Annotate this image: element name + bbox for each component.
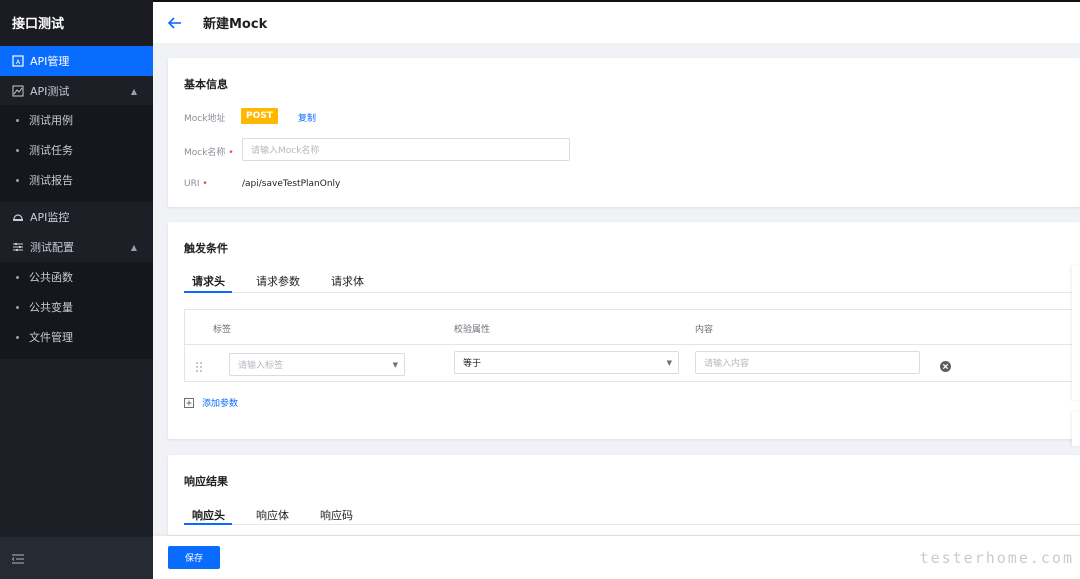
tab-response-body[interactable]: 响应体 [256, 507, 289, 523]
bullet-icon [16, 275, 19, 279]
drag-handle-icon[interactable] [196, 357, 202, 376]
params-table: 标签 校验属性 内容 请输入标签 ▼ 等于 ▼ 请输入内容 [184, 309, 1080, 382]
column-header-content: 内容 [695, 325, 714, 335]
tab-divider [184, 292, 1080, 293]
add-param-label: 添加参数 [202, 399, 239, 409]
page-title: 新建Mock [203, 17, 268, 32]
basic-info-card: 基本信息 Mock地址 POST 复制 Mock名称 • 请输入Mock名称 U… [168, 58, 1080, 207]
sidebar-item-api-manage[interactable]: A API管理 [0, 46, 153, 76]
tab-response-header[interactable]: 响应头 [192, 507, 225, 523]
bullet-icon [16, 148, 19, 152]
sidebar-item-label: 测试任务 [29, 144, 73, 157]
sliders-icon [12, 241, 24, 253]
section-title: 基本信息 [184, 78, 228, 91]
collapse-menu-icon[interactable] [11, 549, 24, 568]
sidebar-item-label: API测试 [30, 85, 70, 98]
svg-text:A: A [16, 59, 21, 66]
tab-request-body[interactable]: 请求体 [331, 273, 364, 289]
tab-request-header[interactable]: 请求头 [192, 273, 225, 289]
sidebar-item-label: 公共函数 [29, 271, 73, 284]
bullet-icon [16, 118, 19, 122]
sidebar-footer [0, 537, 153, 579]
table-divider [185, 344, 1080, 345]
method-badge: POST [241, 108, 278, 124]
sidebar-item-label: 文件管理 [29, 331, 73, 344]
trigger-card: 触发条件 请求头 请求参数 请求体 标签 校验属性 内容 请输入标签 ▼ 等于 … [168, 222, 1080, 439]
chevron-up-icon: ▲ [130, 86, 137, 96]
app-title: 接口测试 [0, 0, 153, 45]
sidebar-item-api-test[interactable]: API测试 ▲ [0, 76, 153, 106]
sidebar-item-test-task[interactable]: 测试任务 [0, 135, 153, 165]
bullet-icon [16, 178, 19, 182]
bullet-icon [16, 335, 19, 339]
sidebar-item-label: 测试报告 [29, 174, 73, 187]
tab-request-params[interactable]: 请求参数 [256, 273, 300, 289]
sidebar-item-file-manage[interactable]: 文件管理 [0, 322, 153, 352]
plus-square-icon [184, 393, 194, 412]
caret-down-icon: ▼ [666, 359, 672, 367]
sidebar-item-label: 公共变量 [29, 301, 73, 314]
tab-active-indicator [184, 291, 232, 293]
watermark: testerhome.com [919, 549, 1074, 567]
tab-divider [184, 524, 1080, 525]
sidebar-item-label: 测试用例 [29, 114, 73, 127]
add-param-button[interactable]: 添加参数 [184, 393, 238, 412]
uri-label: URI • [184, 179, 208, 189]
sidebar-item-public-variable[interactable]: 公共变量 [0, 292, 153, 322]
mock-address-label: Mock地址 [184, 114, 226, 124]
chart-icon [12, 85, 24, 97]
tag-select[interactable]: 请输入标签 ▼ [229, 353, 405, 376]
section-title: 触发条件 [184, 242, 228, 255]
remove-row-icon[interactable] [940, 357, 951, 376]
column-header-tag: 标签 [213, 325, 232, 335]
sidebar-item-test-case[interactable]: 测试用例 [0, 105, 153, 135]
page-header: 新建Mock [153, 0, 1080, 43]
section-title: 响应结果 [184, 475, 228, 488]
mock-name-label: Mock名称 • [184, 148, 234, 158]
sidebar-item-label: 测试配置 [30, 241, 74, 254]
sidebar: 接口测试 A API管理 API测试 ▲ 测试用例 测试任务 测试报告 API监… [0, 0, 153, 579]
response-card: 响应结果 响应头 响应体 响应码 [168, 455, 1080, 535]
sidebar-item-test-report[interactable]: 测试报告 [0, 165, 153, 195]
attr-select[interactable]: 等于 ▼ [454, 351, 679, 374]
sidebar-item-test-config[interactable]: 测试配置 ▲ [0, 232, 153, 262]
tab-response-code[interactable]: 响应码 [320, 507, 353, 523]
chevron-up-icon: ▲ [130, 242, 137, 252]
sidebar-item-public-function[interactable]: 公共函数 [0, 262, 153, 292]
api-icon: A [12, 55, 24, 67]
tab-active-indicator [184, 523, 232, 525]
uri-value: /api/saveTestPlanOnly [242, 179, 341, 189]
sidebar-item-label: API监控 [30, 211, 70, 224]
copy-link[interactable]: 复制 [298, 111, 316, 124]
arrow-left-icon[interactable] [167, 15, 183, 31]
content-input[interactable]: 请输入内容 [695, 351, 920, 374]
side-panel-edge [1072, 266, 1080, 400]
side-panel-edge [1072, 412, 1080, 446]
column-header-attr: 校验属性 [454, 325, 491, 335]
sidebar-item-api-monitor[interactable]: API监控 [0, 202, 153, 232]
bullet-icon [16, 305, 19, 309]
monitor-icon [12, 211, 24, 223]
caret-down-icon: ▼ [392, 361, 398, 369]
save-button[interactable]: 保存 [168, 546, 220, 569]
mock-name-input[interactable]: 请输入Mock名称 [242, 138, 570, 161]
sidebar-item-label: API管理 [30, 55, 70, 68]
